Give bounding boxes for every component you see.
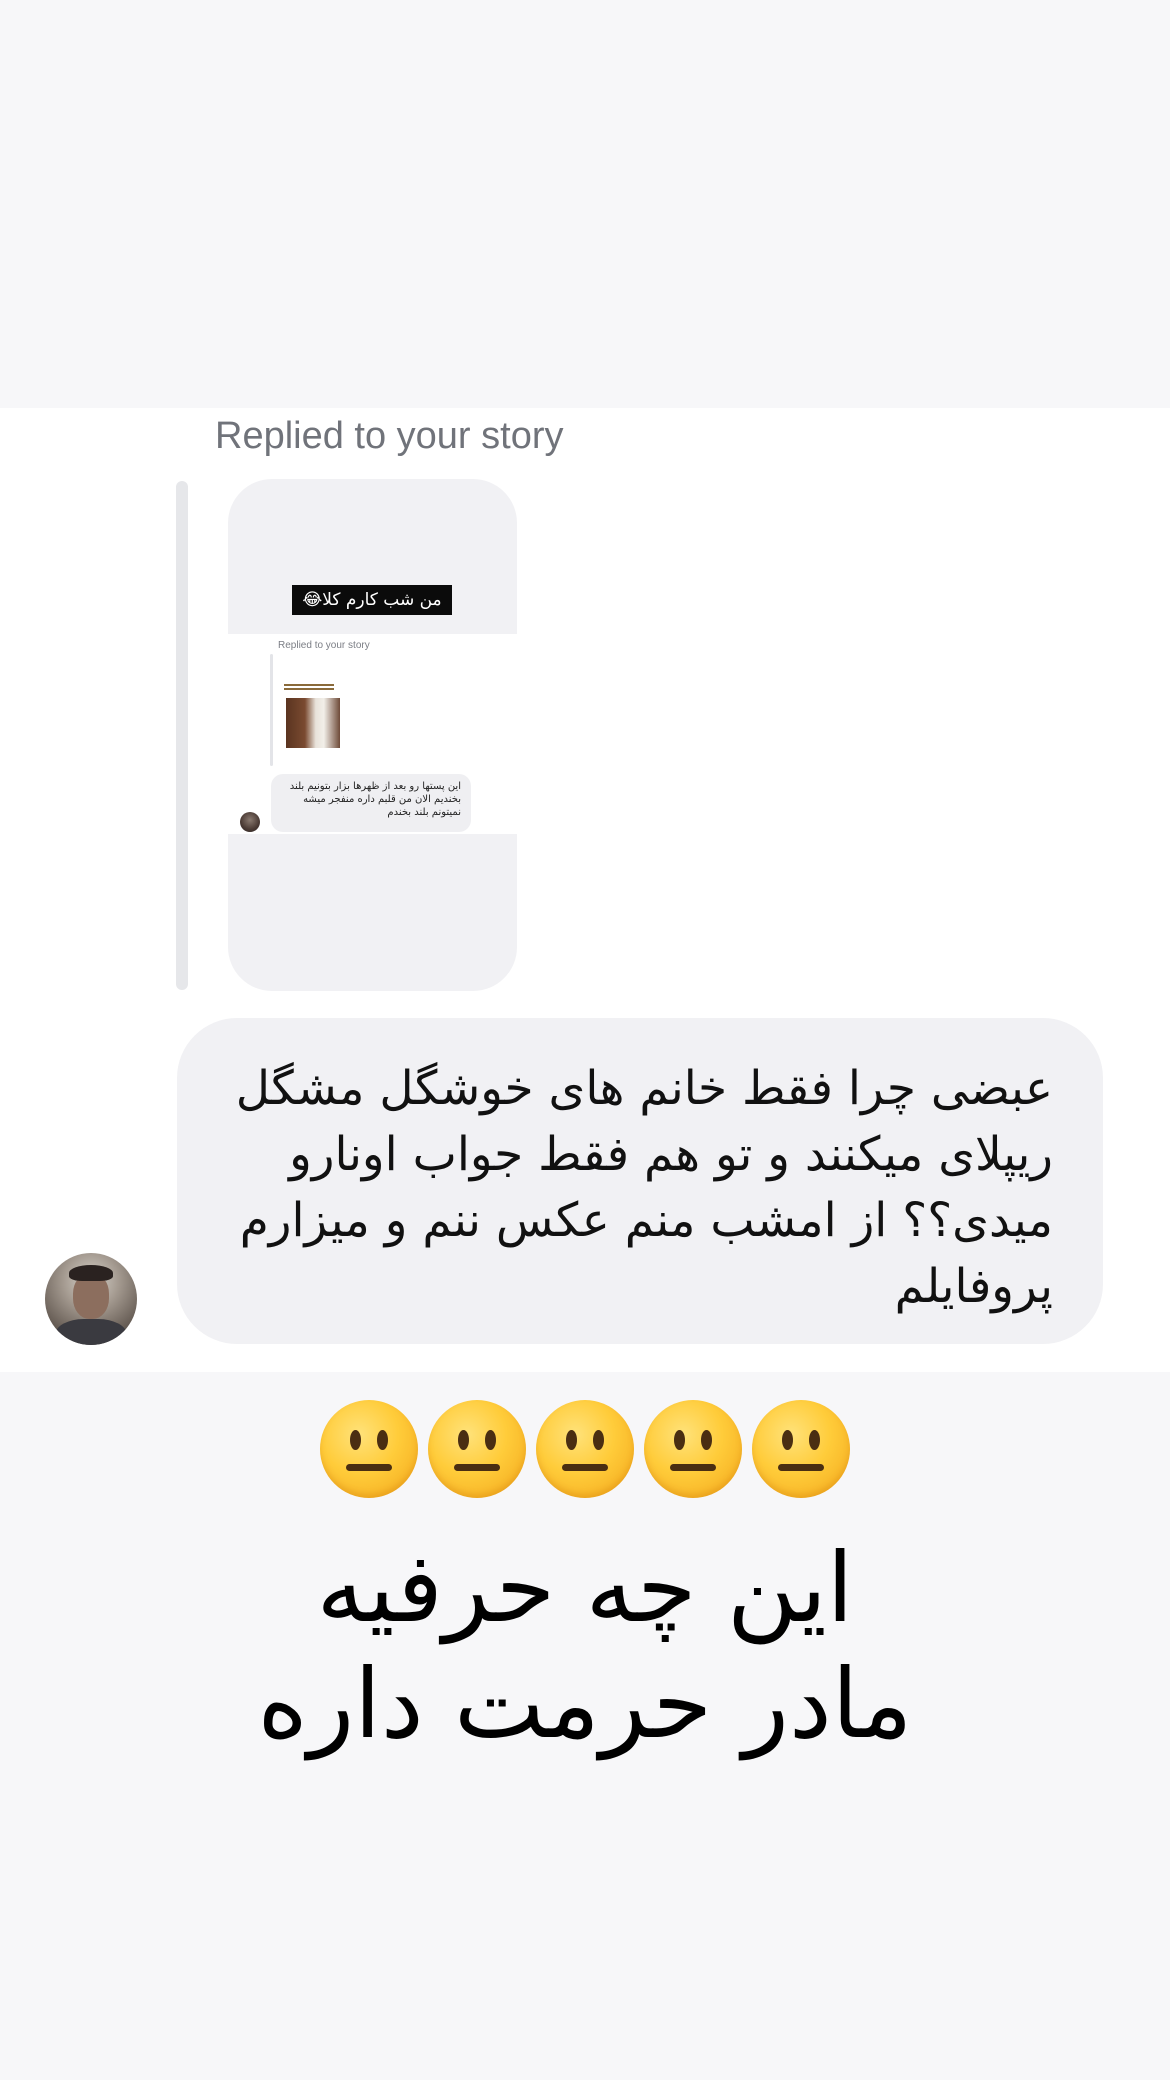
nested-replied-label: Replied to your story <box>278 640 370 651</box>
nested-reply-bar <box>270 654 273 766</box>
emoji-row <box>0 1400 1170 1498</box>
overlay-caption: این چه حرفیه مادر حرمت داره <box>257 1532 913 1760</box>
story-reply-preview[interactable]: من شب کارم کلا😂 Replied to your story ای… <box>228 479 517 991</box>
avatar-hair <box>69 1265 113 1281</box>
reply-quote-bar <box>176 481 188 990</box>
neutral-face-icon <box>428 1400 526 1498</box>
nested-avatar <box>240 812 260 832</box>
nested-message-bubble: این پستها رو بعد از ظهرها بزار بتونیم بل… <box>271 774 471 832</box>
top-blank-area <box>0 0 1170 408</box>
neutral-face-icon <box>320 1400 418 1498</box>
nested-story-thumbnail <box>286 698 340 748</box>
replied-to-story-label: Replied to your story <box>215 415 564 457</box>
nested-screenshot: Replied to your story این پستها رو بعد ا… <box>228 634 517 834</box>
nested-story-preview-text <box>284 684 334 690</box>
neutral-face-icon <box>536 1400 634 1498</box>
message-bubble[interactable]: عبضی چرا فقط خانم های خوشگل مشگل ریپلای … <box>177 1018 1103 1344</box>
sender-avatar[interactable] <box>45 1253 137 1345</box>
neutral-face-icon <box>644 1400 742 1498</box>
story-caption: من شب کارم کلا😂 <box>292 585 452 615</box>
neutral-face-icon <box>752 1400 850 1498</box>
message-text: عبضی چرا فقط خانم های خوشگل مشگل ریپلای … <box>235 1061 1053 1314</box>
avatar-body <box>55 1319 127 1345</box>
